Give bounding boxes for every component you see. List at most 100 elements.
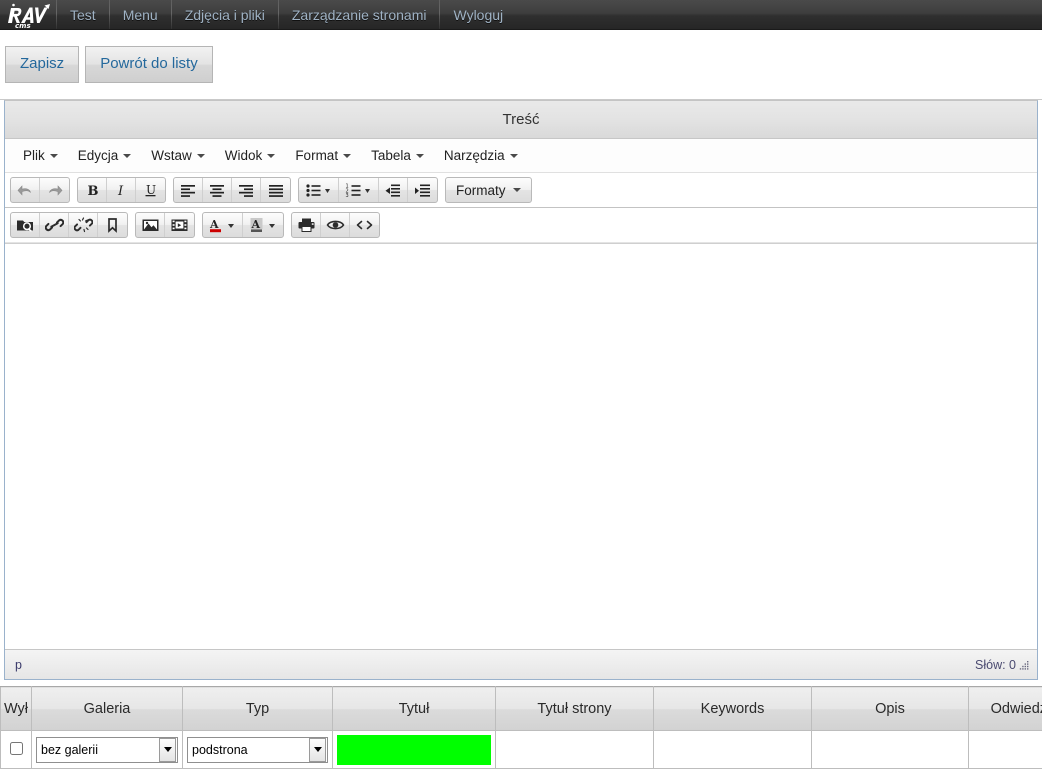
disable-page-checkbox[interactable] <box>9 741 23 755</box>
menu-label: Format <box>295 148 339 163</box>
background-color-button[interactable]: A <box>243 213 283 237</box>
column-header-gallery[interactable]: Galeria <box>31 686 183 731</box>
chevron-down-icon <box>415 153 424 158</box>
type-select[interactable]: podstrona <box>187 736 328 763</box>
svg-text:U: U <box>146 183 156 197</box>
redo-button[interactable] <box>40 178 69 202</box>
logo-graphic: cms <box>8 3 50 29</box>
list-indent-group: 1 2 3 <box>298 177 438 203</box>
italic-button[interactable]: I <box>107 178 136 202</box>
output-group <box>291 212 380 238</box>
nav-item-test[interactable]: Test <box>57 0 109 29</box>
resize-grip-icon[interactable] <box>1019 659 1031 671</box>
menu-plik[interactable]: Plik <box>13 144 68 167</box>
column-header-keywords[interactable]: Keywords <box>653 686 812 731</box>
column-header-title[interactable]: Tytuł <box>332 686 496 731</box>
menu-label: Plik <box>23 148 45 163</box>
nav-item-page-management[interactable]: Zarządzanie stronami <box>279 0 440 29</box>
menu-narzedzia[interactable]: Narzędzia <box>434 144 528 167</box>
column-header-visits[interactable]: Odwiedzin <box>968 686 1042 731</box>
numbered-list-button[interactable]: 1 2 3 <box>339 178 379 202</box>
back-to-list-button[interactable]: Powrót do listy <box>85 46 213 83</box>
indent-icon <box>414 184 430 197</box>
page-title-input[interactable] <box>500 734 649 765</box>
preview-button[interactable] <box>321 213 350 237</box>
nav-item-logout[interactable]: Wyloguj <box>440 0 516 29</box>
underline-icon: U <box>145 183 156 197</box>
chevron-down-icon <box>49 153 58 158</box>
column-header-type[interactable]: Typ <box>182 686 333 731</box>
insert-media-button[interactable] <box>165 213 194 237</box>
source-code-button[interactable] <box>350 213 379 237</box>
description-input[interactable] <box>816 734 964 765</box>
title-input[interactable] <box>337 734 491 765</box>
svg-text:cms: cms <box>15 22 31 29</box>
menu-widok[interactable]: Widok <box>215 144 286 167</box>
source-code-icon <box>356 220 373 230</box>
remove-link-button[interactable] <box>69 213 98 237</box>
element-path[interactable]: p <box>15 658 22 672</box>
outdent-icon <box>385 184 400 197</box>
bullet-list-button[interactable] <box>299 178 339 202</box>
visits-input[interactable] <box>973 734 1042 765</box>
menu-format[interactable]: Format <box>285 144 361 167</box>
content-editor: Treść Plik Edycja Wstaw Widok Format Tab… <box>4 100 1038 680</box>
print-button[interactable] <box>292 213 321 237</box>
alignment-group <box>173 177 291 203</box>
pages-grid-container: Wył Galeria Typ Tytuł Tytuł strony Keywo… <box>0 686 1042 769</box>
save-button[interactable]: Zapisz <box>5 46 80 83</box>
editor-status-bar: p Słów: 0 <box>5 649 1037 679</box>
status-right-group: Słów: 0 <box>975 658 1031 672</box>
insert-link-button[interactable] <box>40 213 69 237</box>
cell-page-title <box>495 730 654 769</box>
column-header-description[interactable]: Opis <box>811 686 969 731</box>
gallery-select[interactable]: bez galerii <box>36 736 178 763</box>
anchor-icon <box>108 218 117 233</box>
image-icon <box>142 219 158 231</box>
nav-item-label: Menu <box>122 6 158 23</box>
formats-dropdown-button[interactable]: Formaty <box>445 177 532 203</box>
anchor-button[interactable] <box>98 213 127 237</box>
menu-wstaw[interactable]: Wstaw <box>141 144 215 167</box>
underline-button[interactable]: U <box>136 178 165 202</box>
bold-button[interactable]: B <box>78 178 107 202</box>
align-left-button[interactable] <box>174 178 203 202</box>
cell-visits <box>968 730 1042 769</box>
nav-item-label: Zdjęcia i pliki <box>184 6 265 23</box>
align-center-button[interactable] <box>203 178 232 202</box>
text-color-button[interactable]: A <box>203 213 243 237</box>
pages-grid: Wył Galeria Typ Tytuł Tytuł strony Keywo… <box>0 686 1042 769</box>
menu-tabela[interactable]: Tabela <box>361 144 434 167</box>
nav-item-menu[interactable]: Menu <box>110 0 171 29</box>
outdent-button[interactable] <box>379 178 408 202</box>
color-group: A A <box>202 212 284 238</box>
align-center-icon <box>210 184 224 197</box>
align-right-icon <box>239 184 253 197</box>
type-select-wrapper: podstrona <box>187 736 328 763</box>
chevron-down-icon <box>267 153 276 158</box>
browse-files-button[interactable] <box>11 213 40 237</box>
word-count-label: Słów: 0 <box>975 657 1016 672</box>
cell-title <box>332 730 496 769</box>
indent-button[interactable] <box>408 178 437 202</box>
column-header-page-title[interactable]: Tytuł strony <box>495 686 654 731</box>
editor-toolbar-row-2: A A <box>5 208 1037 243</box>
nav-item-photos-and-files[interactable]: Zdjęcia i pliki <box>172 0 278 29</box>
menu-edycja[interactable]: Edycja <box>68 144 142 167</box>
align-justify-button[interactable] <box>261 178 290 202</box>
column-header-disabled[interactable]: Wył <box>0 686 32 731</box>
nav-item-label: Zarządzanie stronami <box>291 6 427 23</box>
svg-text:I: I <box>117 184 124 199</box>
editor-content-area[interactable] <box>5 243 1037 649</box>
undo-button[interactable] <box>11 178 40 202</box>
keywords-input[interactable] <box>658 734 807 765</box>
rav-cms-logo[interactable]: cms <box>0 0 56 29</box>
align-right-button[interactable] <box>232 178 261 202</box>
background-color-icon: A <box>250 217 275 232</box>
cell-type: podstrona <box>182 730 333 769</box>
browse-group <box>10 212 128 238</box>
chevron-down-icon <box>512 188 521 192</box>
nav-item-label: Test <box>70 6 96 23</box>
bullet-list-icon <box>306 183 330 197</box>
insert-image-button[interactable] <box>136 213 165 237</box>
